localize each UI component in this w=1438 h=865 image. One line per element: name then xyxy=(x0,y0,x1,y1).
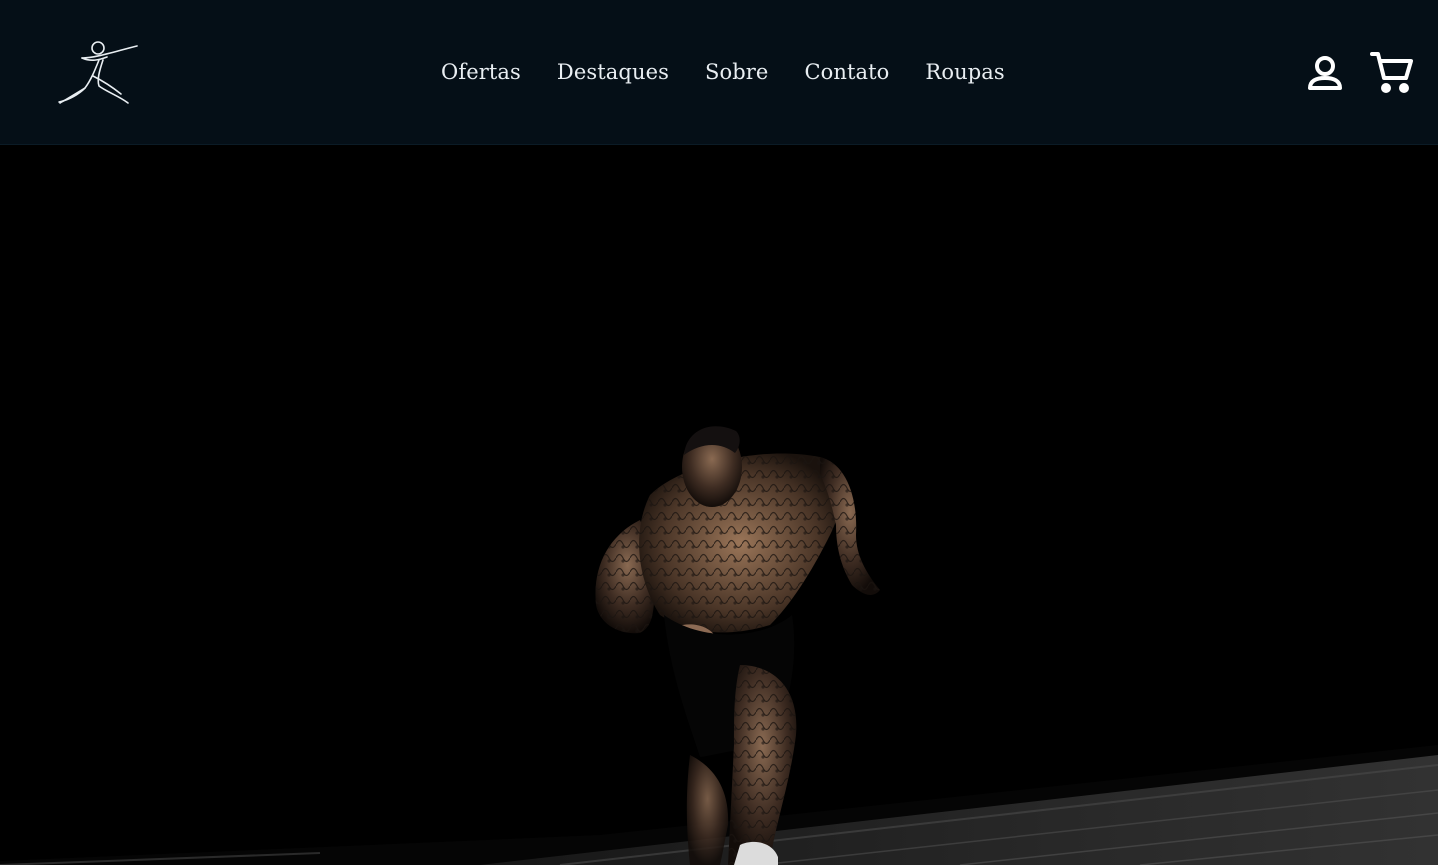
site-header: Ofertas Destaques Sobre Contato Roupas xyxy=(0,0,1438,145)
running-figure-logo-icon xyxy=(58,41,138,104)
nav-item-sobre[interactable]: Sobre xyxy=(687,52,786,92)
athlete-sprinting-photo xyxy=(0,426,1438,865)
nav-item-destaques[interactable]: Destaques xyxy=(539,52,687,92)
main-nav: Ofertas Destaques Sobre Contato Roupas xyxy=(423,52,1023,92)
nav-item-roupas[interactable]: Roupas xyxy=(907,52,1022,92)
nav-item-ofertas[interactable]: Ofertas xyxy=(423,52,539,92)
shopping-cart-icon xyxy=(1370,52,1413,93)
logo[interactable] xyxy=(55,36,141,108)
cart-button[interactable] xyxy=(1368,48,1416,96)
nav-item-contato[interactable]: Contato xyxy=(786,52,907,92)
hero-banner xyxy=(0,145,1438,865)
account-button[interactable] xyxy=(1305,53,1345,93)
user-icon xyxy=(1308,56,1342,90)
